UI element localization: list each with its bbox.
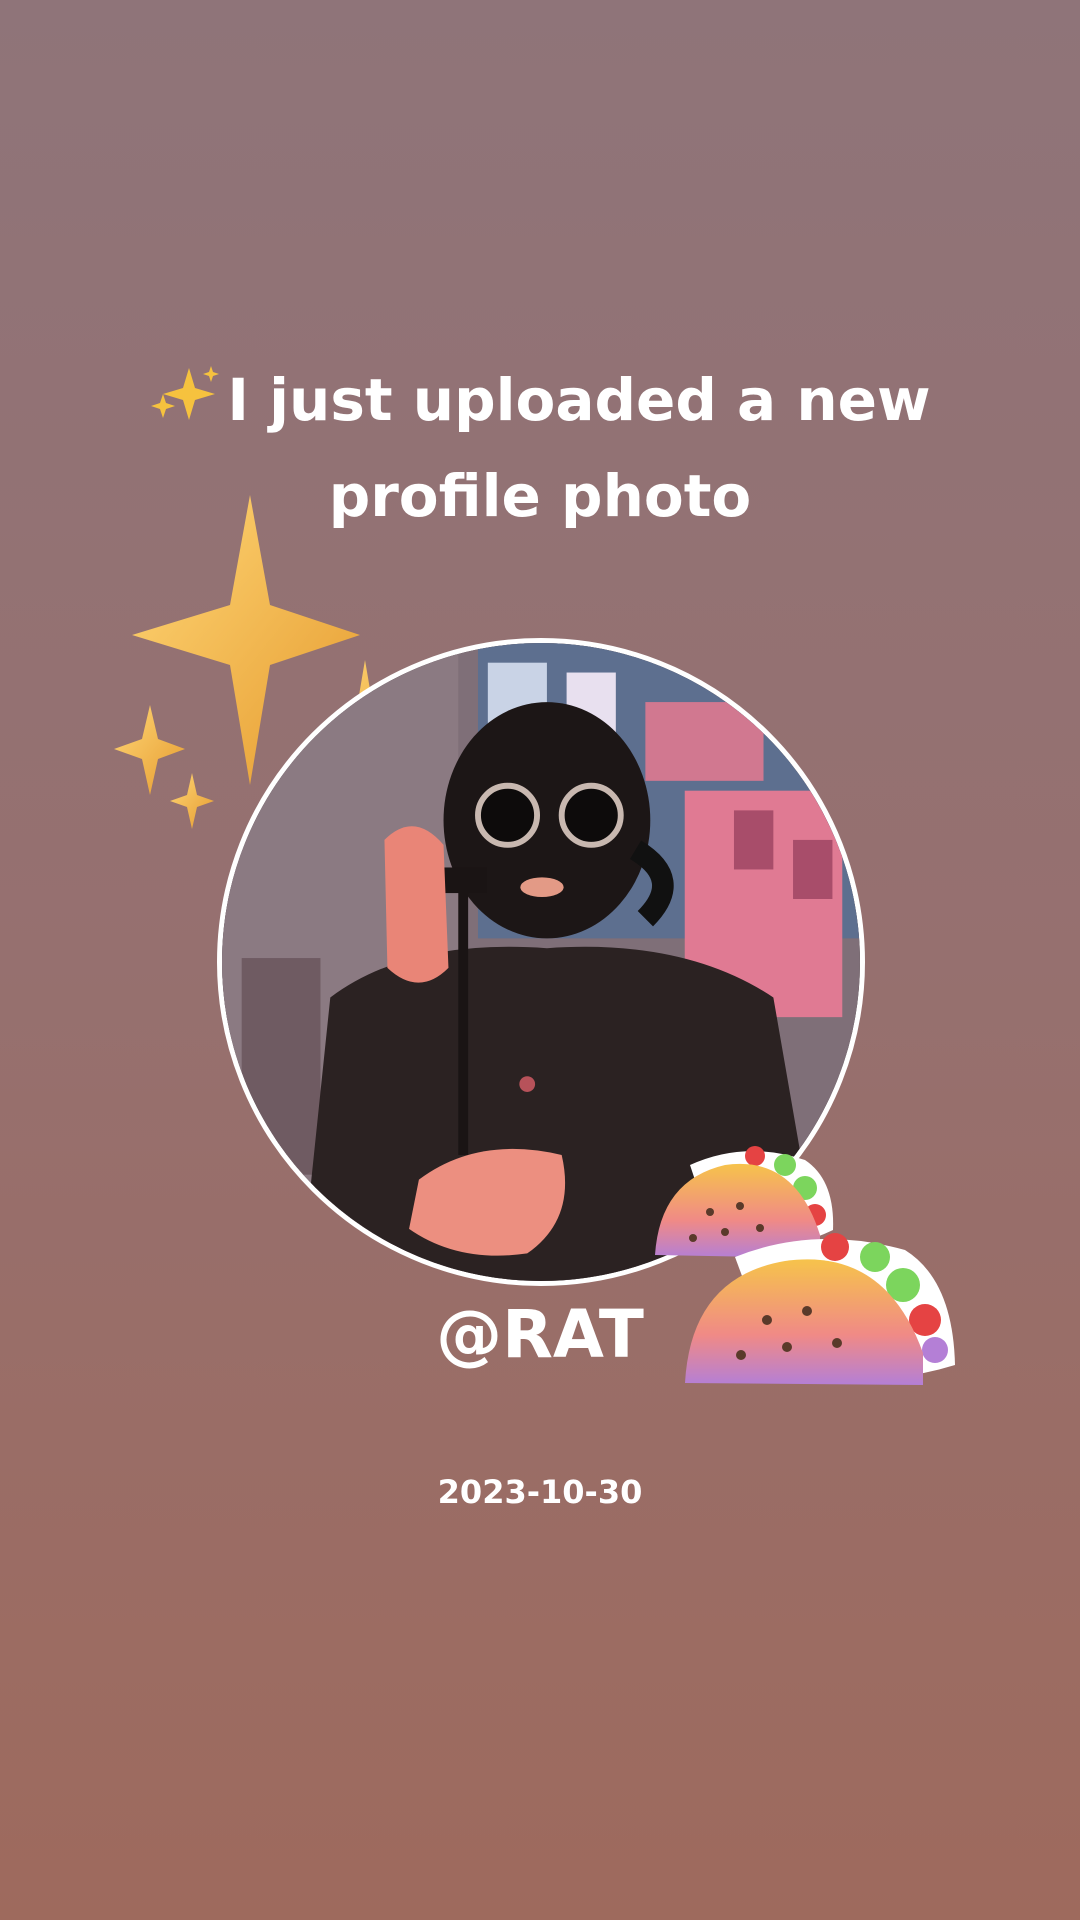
profile-handle: @RAT [436, 1296, 644, 1373]
upload-date: 2023-10-30 [437, 1473, 643, 1511]
sparkles-icon [151, 366, 220, 420]
taco-icon [685, 1233, 955, 1385]
